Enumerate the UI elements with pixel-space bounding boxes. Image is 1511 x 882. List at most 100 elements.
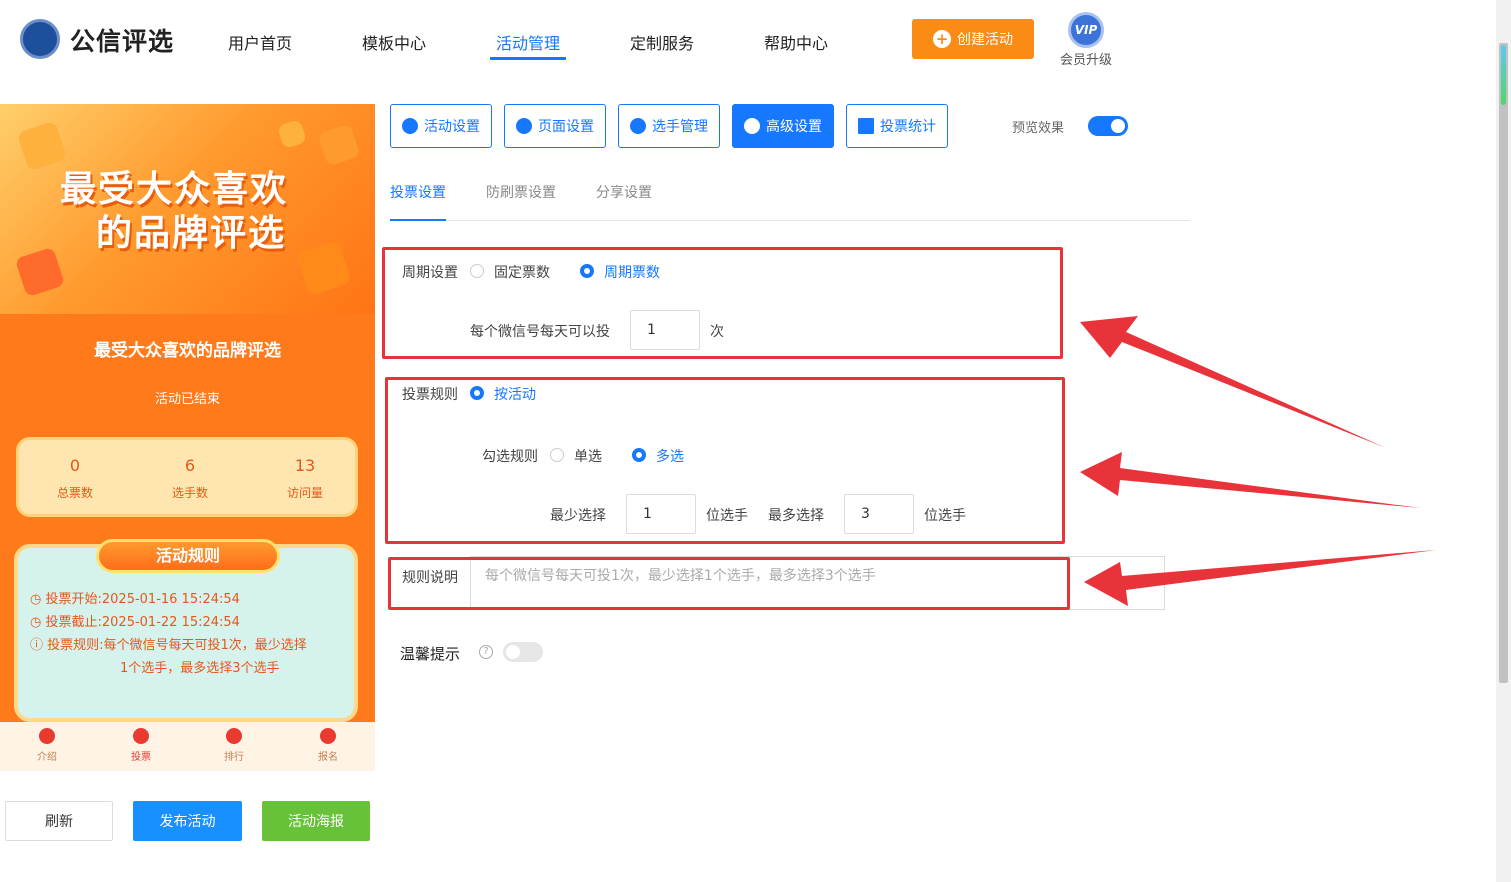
page-settings-button[interactable]: 页面设置: [504, 104, 606, 148]
min-select-unit: 位选手: [706, 508, 748, 524]
stat-visits-value: 13: [294, 456, 316, 475]
nav-custom-service[interactable]: 定制服务: [630, 30, 694, 54]
max-select-unit: 位选手: [924, 508, 966, 524]
signup-icon: [320, 728, 336, 744]
arrow-icon: [1080, 452, 1420, 508]
sliders-icon: [744, 118, 760, 134]
stats-card: 0 总票数 6 选手数 13 访问量: [16, 437, 358, 517]
info-icon: ⓘ: [30, 638, 48, 653]
rule-start: ◷ 投票开始:2025-01-16 15:24:54: [30, 592, 240, 607]
min-select-label: 最少选择: [550, 508, 606, 524]
rules-badge: 活动规则: [96, 539, 280, 573]
player-management-button[interactable]: 选手管理: [618, 104, 720, 148]
tab-vote-settings[interactable]: 投票设置: [390, 182, 446, 202]
max-select-input[interactable]: 3: [844, 494, 914, 534]
preview-toggle[interactable]: [1088, 116, 1128, 136]
radio-multi-label[interactable]: 多选: [656, 446, 684, 466]
radio-cycle-votes[interactable]: [580, 264, 594, 278]
nav-home[interactable]: 用户首页: [228, 30, 292, 54]
radio-by-activity[interactable]: [470, 386, 484, 400]
radio-single-label[interactable]: 单选: [574, 446, 602, 466]
rule-end: ◷ 投票截止:2025-01-22 15:24:54: [30, 615, 240, 630]
vip-upgrade-label[interactable]: 会员升级: [1060, 49, 1112, 68]
logo-icon[interactable]: [20, 19, 60, 59]
decor-icon: [14, 246, 66, 298]
star-icon: [402, 118, 418, 134]
create-activity-label: 创建活动: [957, 32, 1013, 48]
vote-stats-button[interactable]: 投票统计: [846, 104, 948, 148]
rule-desc: ⓘ 投票规则:每个微信号每天可投1次，最少选择: [30, 638, 307, 653]
publish-activity-button[interactable]: 发布活动: [133, 801, 242, 841]
tab-share-settings[interactable]: 分享设置: [596, 182, 652, 202]
decor-icon: [317, 123, 361, 167]
tab-intro[interactable]: 介绍: [0, 728, 94, 763]
activity-status: 活动已结束: [154, 392, 220, 407]
play-icon: [296, 240, 352, 296]
period-label: 周期设置: [402, 265, 458, 281]
active-tab-underline: [390, 219, 446, 221]
rule-desc-line2: 1个选手，最多选择3个选手: [120, 661, 280, 676]
per-day-input[interactable]: 1: [630, 310, 700, 350]
radio-cycle-votes-label[interactable]: 周期票数: [604, 262, 660, 282]
min-select-input[interactable]: 1: [626, 494, 696, 534]
vip-icon[interactable]: VIP: [1068, 12, 1104, 48]
stat-players-label: 选手数: [171, 486, 208, 500]
nav-templates[interactable]: 模板中心: [362, 30, 426, 54]
users-icon: [630, 118, 646, 134]
radio-fixed-votes[interactable]: [470, 264, 484, 278]
tab-signup[interactable]: 报名: [281, 728, 375, 763]
max-select-label: 最多选择: [768, 508, 824, 524]
activity-poster-button[interactable]: 活动海报: [262, 801, 370, 841]
arrow-icon: [1084, 550, 1436, 606]
radio-multi[interactable]: [632, 448, 646, 462]
bar-chart-icon: [858, 118, 874, 134]
preview-toggle-label: 预览效果: [1012, 121, 1065, 136]
nav-activity-management[interactable]: 活动管理: [496, 30, 560, 54]
per-day-unit: 次: [710, 324, 724, 340]
tip-toggle[interactable]: [503, 642, 543, 662]
annotation-box-description: [388, 557, 1070, 610]
radio-by-activity-label[interactable]: 按活动: [494, 384, 536, 404]
nav-active-underline: [490, 57, 566, 60]
stat-votes-value: 0: [69, 456, 81, 475]
per-day-label: 每个微信号每天可以投: [470, 324, 610, 340]
create-activity-button[interactable]: + 创建活动: [912, 19, 1034, 59]
gear-icon: [516, 118, 532, 134]
tab-anti-fraud-settings[interactable]: 防刷票设置: [486, 182, 556, 202]
phone-preview: 最受大众喜欢 的品牌评选 最受大众喜欢的品牌评选 活动已结束 0 总票数 6 选…: [0, 104, 375, 771]
tab-vote[interactable]: 投票: [94, 728, 188, 763]
logo-text[interactable]: 公信评选: [70, 22, 174, 58]
nav-help[interactable]: 帮助中心: [764, 30, 828, 54]
stat-players-value: 6: [184, 456, 196, 475]
annotation-box-period: [382, 247, 1063, 359]
banner-title-line2: 的品牌评选: [96, 213, 287, 254]
vote-icon: [133, 728, 149, 744]
stat-visits-label: 访问量: [286, 486, 323, 500]
radio-fixed-votes-label[interactable]: 固定票数: [494, 262, 550, 282]
clock-icon: ◷: [30, 592, 46, 607]
top-header: 公信评选 用户首页 模板中心 活动管理 定制服务 帮助中心 + 创建活动 VIP…: [0, 0, 1496, 80]
tab-ranking[interactable]: 排行: [187, 728, 281, 763]
scrollbar-thumb[interactable]: [1499, 43, 1508, 683]
scrollbar-accent: [1501, 45, 1506, 105]
preview-banner: 最受大众喜欢 的品牌评选: [0, 104, 375, 314]
select-rule-label: 勾选规则: [482, 449, 538, 465]
rule-description-label: 规则说明: [402, 570, 458, 586]
preview-tabbar: 介绍 投票 排行 报名: [0, 722, 375, 771]
help-icon[interactable]: ?: [479, 645, 493, 659]
arrow-icon: [1080, 316, 1386, 448]
decor-icon: [276, 118, 308, 150]
activity-settings-button[interactable]: 活动设置: [390, 104, 492, 148]
activity-title: 最受大众喜欢的品牌评选: [94, 341, 281, 361]
tabs-divider: [390, 220, 1190, 221]
tip-label: 温馨提示: [400, 645, 461, 663]
intro-icon: [39, 728, 55, 744]
advanced-settings-button[interactable]: 高级设置: [732, 104, 834, 148]
vote-rule-label: 投票规则: [402, 387, 458, 403]
clock-icon: ◷: [30, 615, 46, 630]
stat-votes-label: 总票数: [56, 486, 93, 500]
plus-icon: +: [933, 30, 951, 48]
ranking-icon: [226, 728, 242, 744]
refresh-button[interactable]: 刷新: [5, 801, 113, 841]
radio-single[interactable]: [550, 448, 564, 462]
